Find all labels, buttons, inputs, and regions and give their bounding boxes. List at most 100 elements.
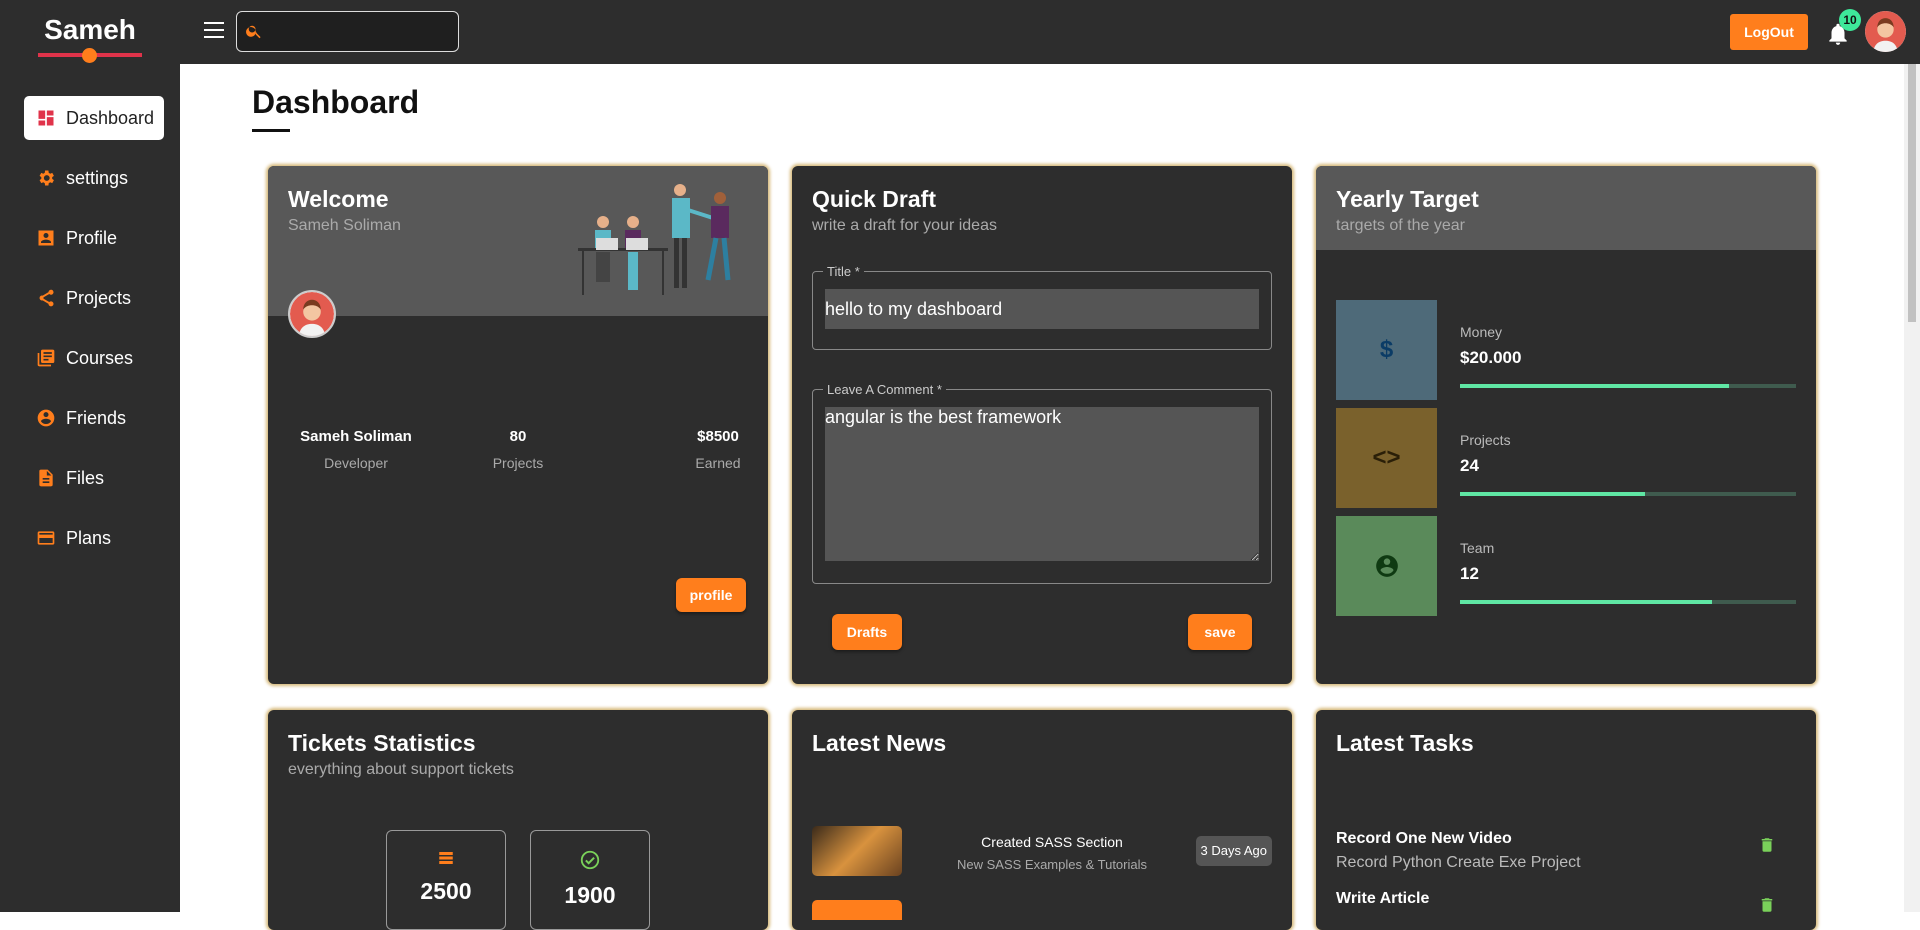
stat-name: Sameh Soliman Developer bbox=[296, 428, 416, 471]
yearly-target-card: Yearly Target targets of the year $ Mone… bbox=[1316, 166, 1816, 684]
trash-icon[interactable] bbox=[1758, 894, 1776, 916]
card-subtitle: write a draft for your ideas bbox=[812, 217, 997, 234]
sidebar: Sameh Dashboard settings Profile Project… bbox=[0, 0, 180, 912]
account-circle-icon bbox=[1336, 516, 1437, 616]
main-content: Dashboard Welcome Sameh Soliman Sameh So… bbox=[180, 64, 1904, 930]
sidebar-item-plans[interactable]: Plans bbox=[24, 516, 164, 560]
card-header: Latest Tasks bbox=[1316, 710, 1816, 757]
scrollbar-thumb[interactable] bbox=[1908, 64, 1916, 322]
target-label: Projects bbox=[1460, 432, 1511, 448]
ticket-box-closed: 1900 bbox=[530, 830, 650, 930]
sidebar-item-settings[interactable]: settings bbox=[24, 156, 164, 200]
search-box[interactable] bbox=[236, 11, 459, 52]
credit-card-icon bbox=[37, 531, 55, 545]
card-title: Tickets Statistics bbox=[288, 730, 476, 756]
title-field-label: Title * bbox=[827, 264, 860, 279]
logout-button[interactable]: LogOut bbox=[1730, 14, 1808, 50]
sidebar-item-label: Projects bbox=[66, 287, 132, 308]
card-header: Quick Draft write a draft for your ideas bbox=[792, 166, 1292, 235]
profile-button[interactable]: profile bbox=[676, 578, 746, 612]
sidebar-item-label: Dashboard bbox=[66, 107, 155, 128]
progress-fill bbox=[1460, 492, 1645, 496]
news-thumbnail bbox=[812, 826, 902, 876]
task-item: Write Article bbox=[1336, 890, 1796, 912]
sidebar-item-label: Profile bbox=[66, 227, 118, 248]
sidebar-item-label: Friends bbox=[66, 407, 127, 428]
sidebar-item-label: Plans bbox=[66, 527, 112, 548]
card-subtitle: everything about support tickets bbox=[288, 761, 514, 778]
stat-value: Sameh Soliman bbox=[300, 428, 412, 445]
ticket-box-total: 2500 bbox=[386, 830, 506, 930]
card-title: Yearly Target bbox=[1336, 186, 1479, 212]
sidebar-item-courses[interactable]: Courses bbox=[24, 336, 164, 380]
target-value: 24 bbox=[1460, 456, 1479, 475]
page-title: Dashboard bbox=[252, 84, 420, 120]
progress-track bbox=[1460, 384, 1796, 388]
stat-label: Developer bbox=[324, 455, 388, 471]
welcome-card: Welcome Sameh Soliman Sameh Soliman Deve… bbox=[268, 166, 768, 684]
sidebar-item-friends[interactable]: Friends bbox=[24, 396, 164, 440]
task-item: Record One New Video Record Python Creat… bbox=[1336, 830, 1796, 872]
card-header: Tickets Statistics everything about supp… bbox=[268, 710, 768, 779]
avatar[interactable] bbox=[1865, 11, 1906, 52]
page-scrollbar[interactable] bbox=[1904, 64, 1920, 912]
card-title: Quick Draft bbox=[812, 186, 936, 212]
card-header: Latest News bbox=[792, 710, 1292, 757]
account-circle-icon bbox=[37, 409, 55, 427]
sidebar-item-dashboard[interactable]: Dashboard bbox=[24, 96, 164, 140]
stat-value: $8500 bbox=[697, 428, 739, 445]
avatar-icon bbox=[1865, 11, 1906, 52]
library-icon bbox=[37, 349, 55, 367]
team-illustration-icon bbox=[578, 184, 731, 295]
title-input[interactable] bbox=[825, 289, 1259, 329]
comment-field: Leave A Comment * angular is the best fr… bbox=[812, 382, 1272, 584]
sidebar-item-label: Courses bbox=[66, 347, 134, 368]
news-thumbnail bbox=[812, 900, 902, 920]
sidebar-item-label: Files bbox=[66, 467, 105, 488]
progress-track bbox=[1460, 492, 1796, 496]
avatar bbox=[288, 290, 336, 338]
task-title: Record One New Video bbox=[1336, 830, 1512, 847]
latest-tasks-card: Latest Tasks Record One New Video Record… bbox=[1316, 710, 1816, 930]
drafts-button[interactable]: Drafts bbox=[832, 614, 902, 650]
sidebar-item-profile[interactable]: Profile bbox=[24, 216, 164, 260]
news-subtitle: New SASS Examples & Tutorials bbox=[956, 857, 1148, 872]
stat-projects: 80 Projects bbox=[488, 428, 548, 471]
search-icon bbox=[246, 25, 261, 39]
logo-dot bbox=[82, 48, 97, 63]
target-label: Team bbox=[1460, 540, 1495, 556]
target-label: Money bbox=[1460, 324, 1503, 340]
gear-icon bbox=[39, 170, 54, 186]
target-value: 12 bbox=[1460, 564, 1479, 583]
trash-icon[interactable] bbox=[1758, 834, 1776, 856]
target-row-projects: <> Projects 24 bbox=[1336, 408, 1796, 508]
card-subtitle: targets of the year bbox=[1336, 217, 1465, 234]
search-input[interactable] bbox=[271, 18, 451, 46]
card-title: Latest Tasks bbox=[1336, 730, 1474, 756]
stat-label: Projects bbox=[492, 455, 544, 471]
menu-icon[interactable] bbox=[204, 22, 224, 38]
sidebar-item-files[interactable]: Files bbox=[24, 456, 164, 500]
tickets-card: Tickets Statistics everything about supp… bbox=[268, 710, 768, 930]
stat-label: Earned bbox=[695, 455, 741, 471]
news-item[interactable]: Created SASS Section New SASS Examples &… bbox=[812, 826, 1272, 878]
avatar-icon bbox=[290, 292, 334, 336]
stat-earned: $8500 Earned bbox=[688, 428, 748, 471]
news-title: Created SASS Section bbox=[981, 834, 1123, 850]
profile-card-icon bbox=[38, 230, 54, 246]
progress-fill bbox=[1460, 600, 1712, 604]
quick-draft-card: Quick Draft write a draft for your ideas… bbox=[792, 166, 1292, 684]
progress-track bbox=[1460, 600, 1796, 604]
brand-logo: Sameh bbox=[44, 14, 136, 45]
card-title: Latest News bbox=[812, 730, 947, 756]
comment-textarea[interactable]: angular is the best framework bbox=[825, 407, 1259, 561]
sidebar-item-label: settings bbox=[66, 167, 129, 188]
file-icon bbox=[39, 469, 53, 487]
card-header: Yearly Target targets of the year bbox=[1316, 166, 1816, 235]
title-field: Title * bbox=[812, 264, 1272, 350]
save-button[interactable]: save bbox=[1188, 614, 1252, 650]
ticket-count: 1900 bbox=[564, 882, 616, 908]
target-value: $20.000 bbox=[1460, 348, 1522, 367]
sidebar-item-projects[interactable]: Projects bbox=[24, 276, 164, 320]
target-row-money: $ Money $20.000 bbox=[1336, 300, 1796, 400]
